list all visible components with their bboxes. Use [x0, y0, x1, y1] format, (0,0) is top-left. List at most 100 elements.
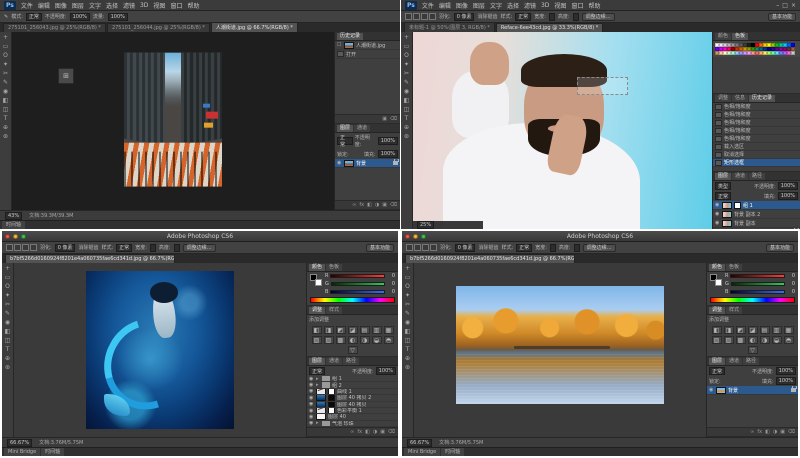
zoom-tool-icon[interactable]: ⊕ — [3, 355, 13, 363]
document-tab[interactable]: 275101_256043.jpg @ 25%(RGB/8) * — [3, 23, 106, 32]
adjustment-icon[interactable]: ◑ — [773, 429, 777, 435]
red-slider[interactable]: R0 — [322, 272, 398, 280]
paths-panel-tab[interactable]: 路径 — [749, 173, 765, 180]
blend-mode-select[interactable]: 正常 — [337, 137, 353, 145]
layers-panel-tab[interactable]: 图层 — [709, 358, 725, 365]
history-panel-tab[interactable]: 历史记录 — [337, 33, 363, 40]
adjustment-icon[interactable]: ◑ — [373, 429, 377, 435]
adjustment-icon[interactable]: ▧ — [712, 336, 722, 344]
green-slider[interactable]: G0 — [322, 280, 398, 288]
wand-tool-icon[interactable]: ✦ — [403, 292, 413, 300]
history-state[interactable]: 载入选区 — [713, 143, 800, 151]
zoom-level[interactable]: 25% — [417, 221, 434, 229]
adjustment-icon[interactable]: ◑ — [760, 336, 770, 344]
green-slider[interactable]: G0 — [722, 280, 798, 288]
styles-panel-tab[interactable]: 样式 — [326, 307, 342, 314]
text-tool-icon[interactable]: T — [3, 346, 13, 354]
antialias-checkbox[interactable]: 消除锯齿 — [78, 244, 98, 251]
move-tool-icon[interactable]: + — [3, 265, 13, 273]
intersect-selection-icon[interactable] — [429, 13, 436, 20]
document-tab[interactable]: 275101_256044.jpg @ 25%(RGB/8) * — [107, 23, 210, 32]
eraser-tool-icon[interactable]: ◫ — [1, 106, 11, 114]
pen-tool-icon[interactable]: ✎ — [3, 310, 13, 318]
canvas-area[interactable]: ⊞ — [12, 32, 334, 210]
eraser-tool-icon[interactable]: ◫ — [3, 337, 13, 345]
minimize-button[interactable]: – — [776, 2, 779, 9]
maximize-button[interactable]: □ — [782, 2, 788, 9]
menu-select[interactable]: 选择 — [106, 1, 118, 10]
brush-tool-icon[interactable]: ◉ — [403, 319, 413, 327]
lasso-tool-icon[interactable]: O — [403, 283, 413, 291]
mask-icon[interactable]: ◧ — [765, 429, 770, 435]
link-icon[interactable]: ∞ — [750, 429, 754, 435]
adjustment-icon[interactable]: ▩ — [736, 336, 746, 344]
menu-type[interactable]: 文字 — [490, 1, 502, 10]
history-state[interactable]: 色相/饱和度 — [713, 103, 800, 111]
blend-mode-select[interactable]: 正常 — [709, 367, 725, 375]
new-group-icon[interactable]: ▣ — [380, 429, 385, 435]
layer-row[interactable]: ◉ 背景 副本 — [713, 219, 800, 228]
adjustment-icon[interactable]: ▥ — [372, 326, 382, 334]
expand-icon[interactable]: ▸ — [316, 421, 320, 427]
trash-icon[interactable]: ⌫ — [390, 202, 397, 208]
history-state[interactable]: 色相/饱和度 — [713, 119, 800, 127]
color-spectrum-ramp[interactable] — [310, 297, 395, 303]
expand-icon[interactable]: ▸ — [316, 382, 320, 388]
document-tab-active[interactable]: Reface-6ee43cd.jpg @ 33.3%(RGB/8) * — [496, 23, 603, 32]
menu-filter[interactable]: 滤镜 — [524, 1, 536, 10]
adjustments-panel-tab[interactable]: 调整 — [709, 307, 725, 314]
stamp-tool-icon[interactable]: ◧ — [402, 97, 412, 105]
foreground-background-colors[interactable] — [710, 274, 722, 286]
subtract-selection-icon[interactable] — [421, 13, 428, 20]
history-state-current[interactable]: 矩形选框 — [713, 159, 800, 167]
crop-tool-icon[interactable]: ✂ — [3, 301, 13, 309]
channels-panel-tab[interactable]: 通道 — [326, 358, 342, 365]
wand-tool-icon[interactable]: ✦ — [1, 61, 11, 69]
paths-panel-tab[interactable]: 路径 — [343, 358, 359, 365]
document-tab-active[interactable]: b7bf5266d0160924f8201e4a060735fae6cd341d… — [5, 254, 175, 263]
snapshot-checkbox-icon[interactable]: ☐ — [337, 42, 342, 48]
fx-icon[interactable]: fx — [757, 429, 762, 435]
trash-icon[interactable]: ⌫ — [388, 429, 395, 435]
timeline-tab[interactable]: 时间轴 — [441, 448, 464, 456]
new-selection-icon[interactable] — [406, 244, 413, 251]
visibility-eye-icon[interactable]: ◉ — [715, 220, 720, 226]
adjustment-icon[interactable]: ▥ — [772, 326, 782, 334]
move-tool-icon[interactable]: + — [403, 265, 413, 273]
collapsed-panel[interactable]: ⊞ — [58, 68, 74, 84]
adjustment-icon[interactable]: ▦ — [384, 326, 394, 334]
visibility-eye-icon[interactable]: ◉ — [309, 421, 314, 427]
add-selection-icon[interactable] — [413, 13, 420, 20]
canvas-area[interactable] — [14, 263, 306, 437]
text-tool-icon[interactable]: T — [1, 115, 11, 123]
adjustment-icon[interactable]: ▩ — [336, 336, 346, 344]
channels-panel-tab[interactable]: 通道 — [354, 125, 370, 132]
height-input[interactable] — [573, 13, 579, 21]
canvas-area[interactable]: 25% — [413, 32, 712, 229]
layer-row-background[interactable]: ◉ 背景 — [335, 159, 400, 168]
styles-panel-tab[interactable]: 样式 — [726, 307, 742, 314]
zoom-tool-icon[interactable]: ⊕ — [403, 355, 413, 363]
feather-input[interactable]: 0 像素 — [455, 244, 476, 252]
visibility-eye-icon[interactable]: ◉ — [309, 389, 314, 395]
visibility-eye-icon[interactable]: ◉ — [309, 382, 314, 388]
canvas-area[interactable] — [414, 263, 706, 437]
menu-help[interactable]: 帮助 — [187, 1, 199, 10]
new-group-icon[interactable]: ▣ — [780, 429, 785, 435]
adjustment-icon[interactable]: ◐ — [348, 336, 358, 344]
layer-mask[interactable] — [328, 389, 335, 395]
intersect-selection-icon[interactable] — [430, 244, 437, 251]
camera-icon[interactable]: ▣ — [382, 116, 387, 122]
hand-tool-icon[interactable]: ⊛ — [3, 364, 13, 372]
history-state[interactable]: 色相/饱和度 — [713, 111, 800, 119]
adjustment-icon[interactable]: ▧ — [312, 336, 322, 344]
refine-edge-button[interactable]: 调整边缘… — [583, 244, 616, 252]
adjustment-icon[interactable]: ◩ — [336, 326, 346, 334]
adjustment-icon[interactable]: ◓ — [784, 336, 794, 344]
stamp-tool-icon[interactable]: ◧ — [403, 328, 413, 336]
stamp-tool-icon[interactable]: ◧ — [1, 97, 11, 105]
subtract-selection-icon[interactable] — [422, 244, 429, 251]
adjustment-icon[interactable]: ◧ — [712, 326, 722, 334]
layer-row-background[interactable]: ◉ 背景 — [707, 386, 798, 395]
marquee-tool-icon[interactable]: ▭ — [402, 43, 412, 51]
